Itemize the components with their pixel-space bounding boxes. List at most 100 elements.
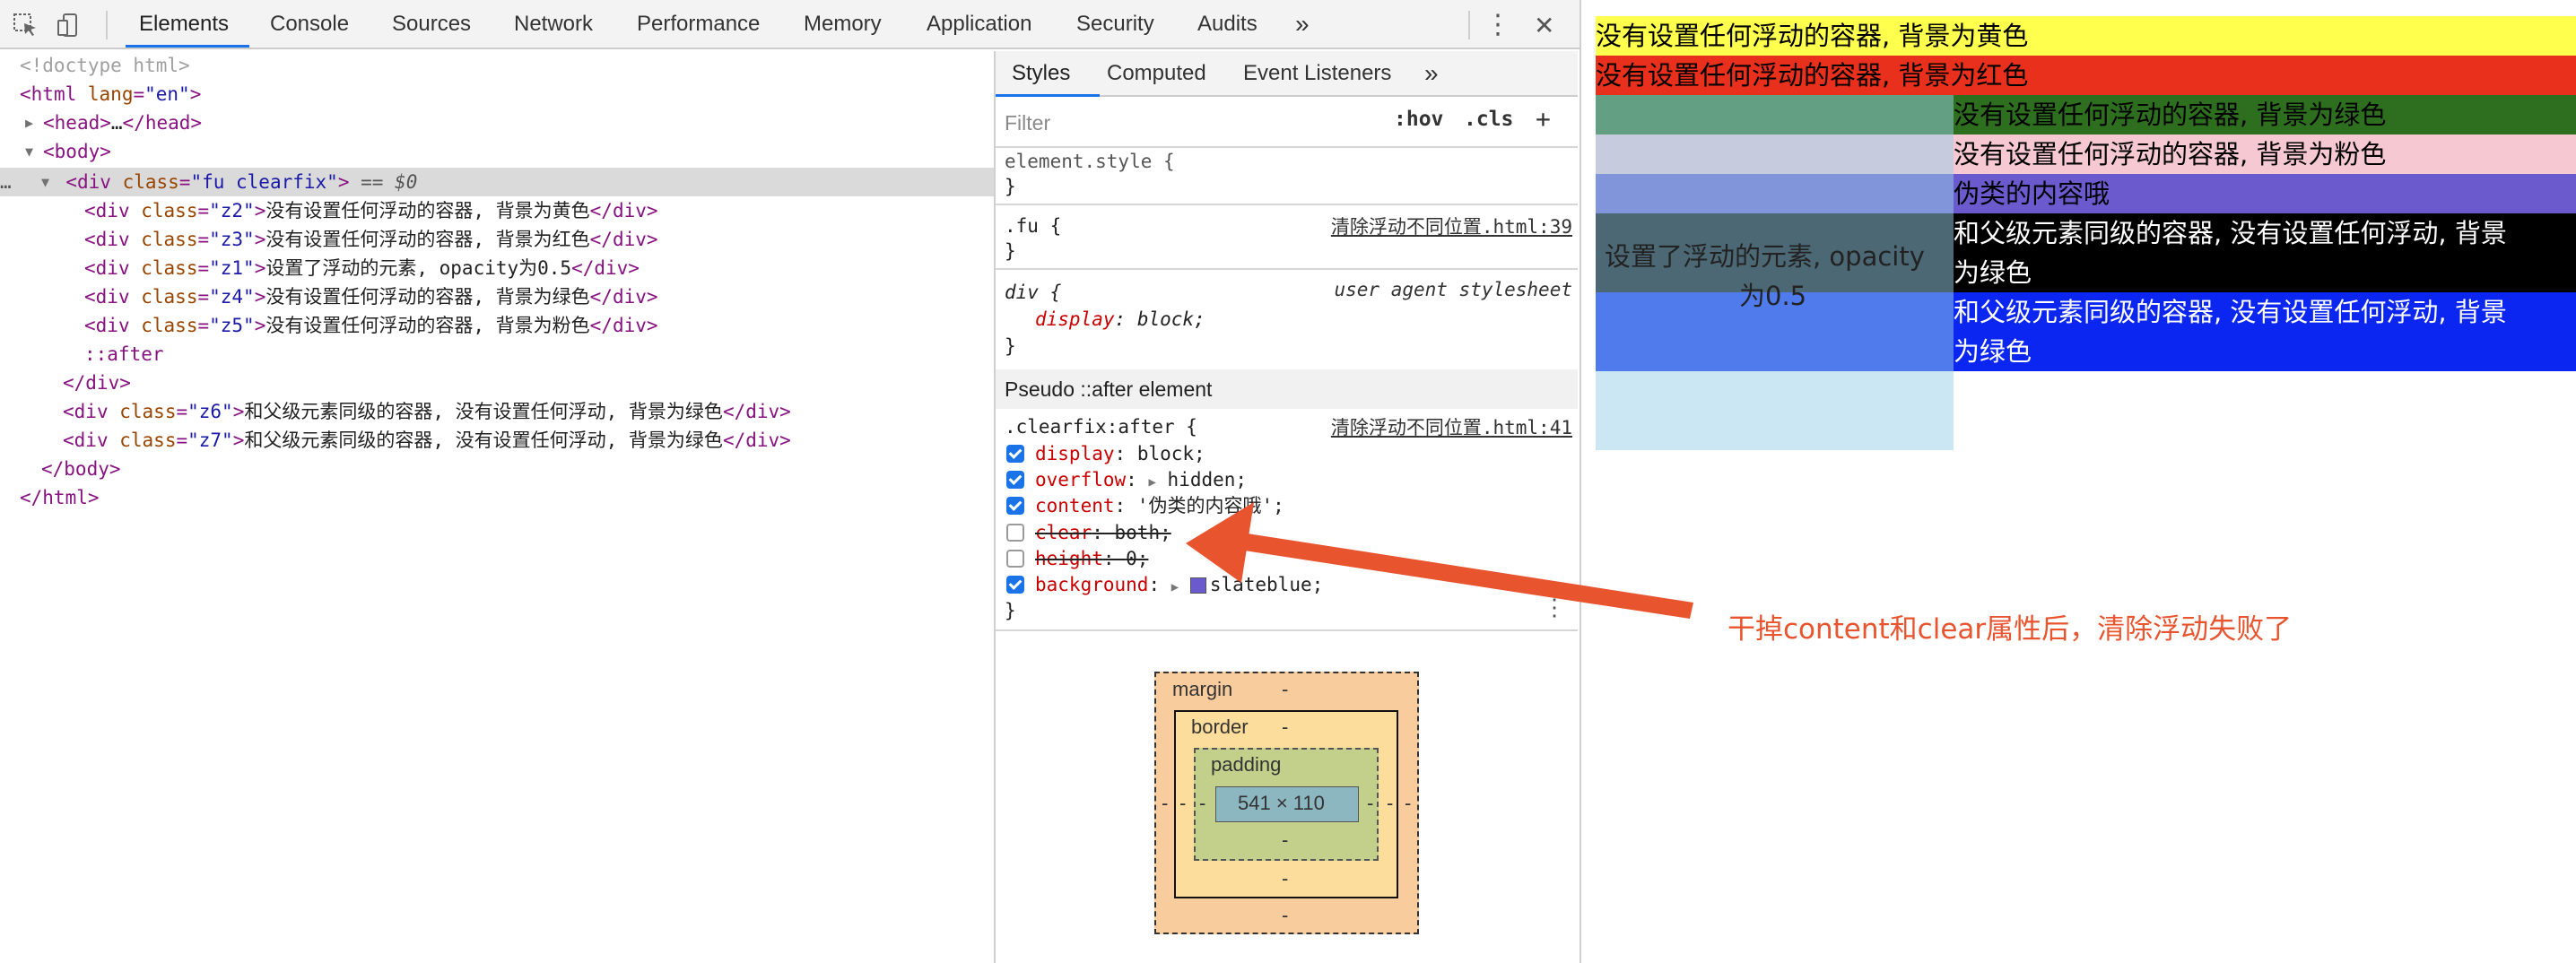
tab-elements[interactable]: Elements [139,0,229,48]
dom-sibling-z6[interactable]: <div class="z6">和父级元素同级的容器, 没有设置任何浮动, 背景… [63,397,791,426]
ua-display-decl: display: block; [1035,308,1205,330]
more-tabs-button[interactable]: » [1295,0,1310,48]
body-node[interactable]: ▼ <body> [25,137,111,166]
head-node[interactable]: ▶ <head>…</head> [25,108,202,137]
border-label: border [1191,716,1249,738]
dom-child-z1[interactable]: <div class="z1">设置了浮动的元素, opacity为0.5</d… [84,254,640,282]
padding-right-value[interactable]: - [1367,792,1373,815]
margin-bottom-value[interactable]: - [1282,904,1288,927]
expand-arrow-icon[interactable]: ▶ [25,108,33,137]
fu-source-link[interactable]: 清除浮动不同位置.html:39 [1331,213,1572,239]
tab-network[interactable]: Network [514,0,593,48]
user-agent-label: user agent stylesheet [1334,279,1572,300]
decl-height-disabled: height: 0; [996,545,1578,572]
margin-right-value[interactable]: - [1405,792,1411,815]
tab-event-listeners[interactable]: Event Listeners [1243,51,1391,96]
sibling-z6-text-line1: 和父级元素同级的容器, 没有设置任何浮动, 背景 [1954,218,2507,248]
clearfix-after-selector: .clearfix:after { [1005,416,1197,438]
hov-toggle[interactable]: :hov [1394,108,1443,131]
toolbar-separator [1468,11,1470,39]
property-checkbox[interactable] [1006,524,1024,542]
html-close-node[interactable]: </html> [20,483,100,512]
close-brace: } [1005,176,1016,197]
dom-child-z2[interactable]: <div class="z2">没有设置任何浮动的容器, 背景为黄色</div> [84,196,658,225]
body-close-node[interactable]: </body> [41,455,121,483]
margin-label: margin [1172,678,1233,700]
styles-tabs: Styles Computed Event Listeners » [996,51,1578,97]
active-tab-indicator [126,45,249,48]
element-style-selector: element.style { [1005,151,1175,172]
html-node[interactable]: <html lang="en"> [20,80,201,108]
margin-top-value[interactable]: - [1282,678,1288,701]
collapse-arrow-icon[interactable]: ▼ [25,137,33,166]
tab-application[interactable]: Application [927,0,1031,48]
sibling-z6-text-line2: 为绿色 [1954,257,2032,288]
margin-left-value[interactable]: - [1162,792,1168,815]
device-toolbar-icon[interactable] [56,13,81,41]
styles-pane: Styles Computed Event Listeners » :hov .… [996,51,1578,963]
dom-sibling-z7[interactable]: <div class="z7">和父级元素同级的容器, 没有设置任何浮动, 背景… [63,426,791,455]
new-rule-button[interactable]: + [1536,104,1551,134]
padding-left-value[interactable]: - [1199,792,1205,815]
pseudo-after-text: 伪类的内容哦 [1954,178,2110,209]
tab-console[interactable]: Console [270,0,349,48]
tab-performance[interactable]: Performance [637,0,760,48]
close-brace: } [1005,335,1016,357]
after-pseudo-node[interactable]: ::after [84,340,164,369]
property-checkbox[interactable] [1006,550,1024,568]
selected-div-node[interactable]: … ▼ <div class="fu clearfix"> == $0 [0,168,417,196]
property-checkbox[interactable] [1006,576,1024,594]
tab-sources[interactable]: Sources [392,0,471,48]
red-block-text: 没有设置任何浮动的容器, 背景为红色 [1596,60,2029,91]
more-tabs-button[interactable]: » [1424,51,1439,96]
sibling-z7-text-line2: 为绿色 [1954,336,2032,367]
devtools-panel: Elements Console Sources Network Perform… [0,0,1580,963]
expand-arrow-icon[interactable]: ▶ [1148,475,1155,490]
dom-child-z4[interactable]: <div class="z4">没有设置任何浮动的容器, 背景为绿色</div> [84,282,658,311]
doctype-node[interactable]: <!doctype html> [20,51,190,80]
decl-background: background: ▶ slateblue; [996,571,1578,598]
rule-separator [996,204,1578,205]
dom-child-z3[interactable]: <div class="z3">没有设置任何浮动的容器, 背景为红色</div> [84,225,658,254]
border-bottom-value[interactable]: - [1282,867,1288,890]
tab-memory[interactable]: Memory [804,0,882,48]
filter-input[interactable] [1005,106,1381,140]
decl-clear-disabled: clear: both; [996,519,1578,546]
border-right-value[interactable]: - [1387,792,1393,815]
decl-overflow: overflow: ▶ hidden; [996,466,1578,493]
tab-computed[interactable]: Computed [1107,51,1206,96]
collapse-arrow-icon[interactable]: ▼ [41,168,49,196]
property-checkbox[interactable] [1006,445,1024,463]
decl-content: content: '伪类的内容哦'; [996,492,1578,519]
close-brace: } [1005,240,1016,262]
sibling-z7-text-line1: 和父级元素同级的容器, 没有设置任何浮动, 背景 [1954,297,2507,327]
border-left-value[interactable]: - [1179,792,1186,815]
green-block-text: 没有设置任何浮动的容器, 背景为绿色 [1954,100,2387,130]
rule-separator [996,268,1578,270]
rule-separator [996,629,1578,631]
yellow-block-text: 没有设置任何浮动的容器, 背景为黄色 [1596,21,2029,51]
rule-menu-icon[interactable]: ⋮ [1543,594,1566,621]
property-checkbox[interactable] [1006,471,1024,489]
dom-child-z5[interactable]: <div class="z5">没有设置任何浮动的容器, 背景为粉色</div> [84,311,658,340]
border-top-value[interactable]: - [1282,716,1288,739]
tab-styles[interactable]: Styles [1012,51,1070,96]
color-swatch[interactable] [1189,577,1206,594]
inspect-element-icon[interactable] [13,13,38,41]
floated-element-text-line1: 设置了浮动的元素, opacity [1605,241,1925,272]
cls-toggle[interactable]: .cls [1464,108,1513,131]
elements-tree: <!doctype html> <html lang="en"> ▶ <head… [0,51,994,963]
padding-label: padding [1211,753,1282,776]
kebab-menu-icon[interactable]: ⋮ [1484,9,1511,40]
clearfix-source-link[interactable]: 清除浮动不同位置.html:41 [1331,413,1572,440]
div-close-node[interactable]: </div> [63,369,131,397]
tab-audits[interactable]: Audits [1197,0,1258,48]
floated-element-text-line2: 为0.5 [1739,281,1807,311]
content-size-value[interactable]: 541 × 110 [1238,792,1325,815]
padding-bottom-value[interactable]: - [1282,829,1288,852]
expand-arrow-icon[interactable]: ▶ [1171,580,1179,594]
close-icon[interactable]: ✕ [1534,11,1554,40]
property-checkbox[interactable] [1006,497,1024,515]
tab-security[interactable]: Security [1076,0,1154,48]
close-brace: } [1005,600,1016,621]
